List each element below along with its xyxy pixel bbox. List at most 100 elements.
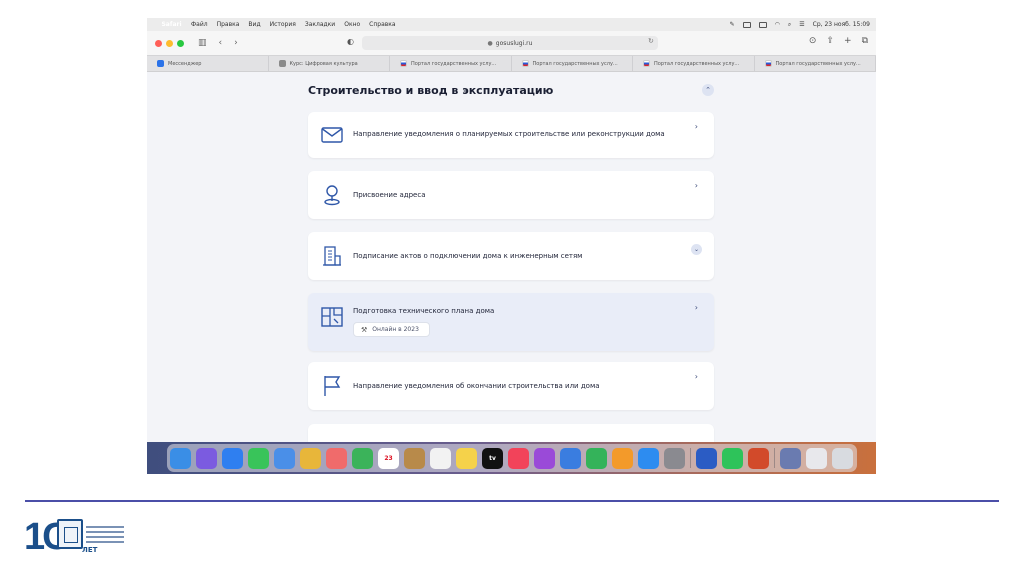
contacts-app-icon[interactable] [404,447,425,469]
dock: 23 tv [167,444,857,472]
calendar-app-icon[interactable]: 23 [378,447,399,469]
menu-history[interactable]: История [270,21,296,28]
seal-icon [57,519,83,549]
service-card-utility-acts[interactable]: Подписание актов о подключении дома к ин… [308,232,714,280]
flag-favicon-icon [400,60,407,67]
service-card-completion-notice[interactable]: Направление уведомления об окончании стр… [308,362,714,410]
chevron-right-icon[interactable]: › [695,181,698,190]
tab-overview-icon[interactable]: ⧉ [862,36,868,46]
wifi-icon[interactable]: ◠ [775,21,780,28]
flag-icon [324,376,341,396]
menubar-clock[interactable]: Ср, 23 нояб. 15:09 [813,21,870,28]
flag-favicon-icon [643,60,650,67]
url-text: gosuslugi.ru [495,39,533,47]
tab-label: Портал государственных услу... [411,60,497,67]
logo-text-lines [86,526,124,546]
back-icon[interactable]: ‹ [219,38,223,48]
chevron-right-icon[interactable]: › [695,303,698,312]
privacy-shield-icon[interactable]: ◐ [347,37,354,46]
menu-help[interactable]: Справка [369,21,395,28]
podcasts-app-icon[interactable] [534,447,555,469]
battery-icon[interactable] [742,21,751,28]
downloads-icon[interactable]: ⊙ [809,36,817,46]
numbers-app-icon[interactable] [586,447,607,469]
flag-favicon-icon [521,60,529,67]
menu-window[interactable]: Окно [344,21,360,28]
appletv-app-icon[interactable]: tv [482,447,503,469]
appstore-app-icon[interactable] [638,447,659,469]
chevron-right-icon[interactable]: › [695,122,698,131]
menu-bookmarks[interactable]: Закладки [305,21,335,28]
service-card-address[interactable]: Присвоение адреса › [308,171,714,219]
address-bar[interactable]: ● gosuslugi.ru [362,36,658,50]
finder-app-icon[interactable] [170,447,191,469]
footer-divider [25,500,999,502]
service-card-technical-plan[interactable]: Подготовка технического плана дома › ⚒ О… [308,293,714,351]
pen-icon[interactable]: ✎ [730,21,735,28]
powerpoint-app-icon[interactable] [748,447,769,469]
messenger-favicon-icon [157,60,164,67]
documents-folder-icon[interactable] [806,447,827,469]
macos-dock-area: 23 tv [147,442,876,474]
tab-label: Курс: Цифровая культура [289,60,358,67]
collapse-section-button[interactable]: ⌃ [702,84,714,96]
building-icon [323,246,341,266]
tab-gosuslugi-1[interactable]: Портал государственных услу... [390,56,512,71]
reload-icon[interactable]: ↻ [648,37,654,45]
tab-messenger[interactable]: Мессенджер [147,56,269,71]
keynote-app-icon[interactable] [560,447,581,469]
menu-view[interactable]: Вид [248,21,260,28]
trash-icon[interactable] [832,447,853,469]
tab-label: Портал государственных услу... [654,60,740,67]
word-app-icon[interactable] [696,447,717,469]
close-window-button[interactable] [155,39,162,47]
tab-label: Мессенджер [168,60,202,67]
floor-plan-icon [321,307,343,327]
maps-app-icon[interactable] [300,447,321,469]
card-label: Присвоение адреса [353,191,426,199]
chevron-right-icon[interactable]: › [695,372,698,381]
status-area: ✎ ◠ ⌕ ☰ Ср, 23 нояб. 15:09 [730,21,870,29]
zoom-window-button[interactable] [177,39,184,47]
toolbar-right: ⊙ ⇪ + ⧉ [809,36,868,46]
sidebar-icon[interactable]: ▥ [198,38,207,48]
flag-favicon-icon [764,60,772,67]
music-app-icon[interactable] [508,447,529,469]
tab-gosuslugi-3[interactable]: Портал государственных услу... [633,56,755,71]
control-center-icon[interactable]: ☰ [799,21,804,28]
service-card-construction-notice[interactable]: Направление уведомления о планируемых ст… [308,112,714,158]
dock-separator [774,448,775,468]
card-label: Направление уведомления об окончании стр… [353,382,600,390]
share-icon[interactable]: ⇪ [826,36,834,46]
slide: Safari Файл Правка Вид История Закладки … [0,0,1024,574]
browser-screenshot: Safari Файл Правка Вид История Закладки … [147,18,876,474]
pages-app-icon[interactable] [612,447,633,469]
notes-app-icon[interactable] [456,447,477,469]
safari-app-icon[interactable] [222,447,243,469]
tab-course[interactable]: Курс: Цифровая культура [269,56,390,71]
badge-text: Онлайн в 2023 [372,326,419,333]
search-icon[interactable]: ⌕ [788,21,791,29]
downloads-folder-icon[interactable] [780,447,801,469]
photos-app-icon[interactable] [326,447,347,469]
whatsapp-app-icon[interactable] [722,447,743,469]
section-title: Строительство и ввод в эксплуатацию [308,84,554,97]
menu-file[interactable]: Файл [191,21,208,28]
minimize-window-button[interactable] [166,39,173,47]
launchpad-app-icon[interactable] [196,447,217,469]
menu-edit[interactable]: Правка [217,21,240,28]
tab-gosuslugi-4[interactable]: Портал государственных услу... [755,56,876,71]
forward-icon[interactable]: › [234,38,238,48]
facetime-app-icon[interactable] [352,447,373,469]
mail-app-icon[interactable] [274,447,295,469]
new-tab-icon[interactable]: + [844,36,852,46]
safari-toolbar: ▥ ‹ › ◐ ● gosuslugi.ru ↻ ⊙ ⇪ + ⧉ [147,31,876,55]
lock-icon: ● [487,39,493,47]
tab-gosuslugi-2[interactable]: Портал государственных услу... [512,56,633,71]
reminders-app-icon[interactable] [430,447,451,469]
chevron-down-icon[interactable]: ⌄ [691,244,702,255]
messages-app-icon[interactable] [248,447,269,469]
settings-app-icon[interactable] [664,447,685,469]
input-source-icon[interactable] [758,21,767,28]
card-label: Направление уведомления о планируемых ст… [353,130,665,138]
